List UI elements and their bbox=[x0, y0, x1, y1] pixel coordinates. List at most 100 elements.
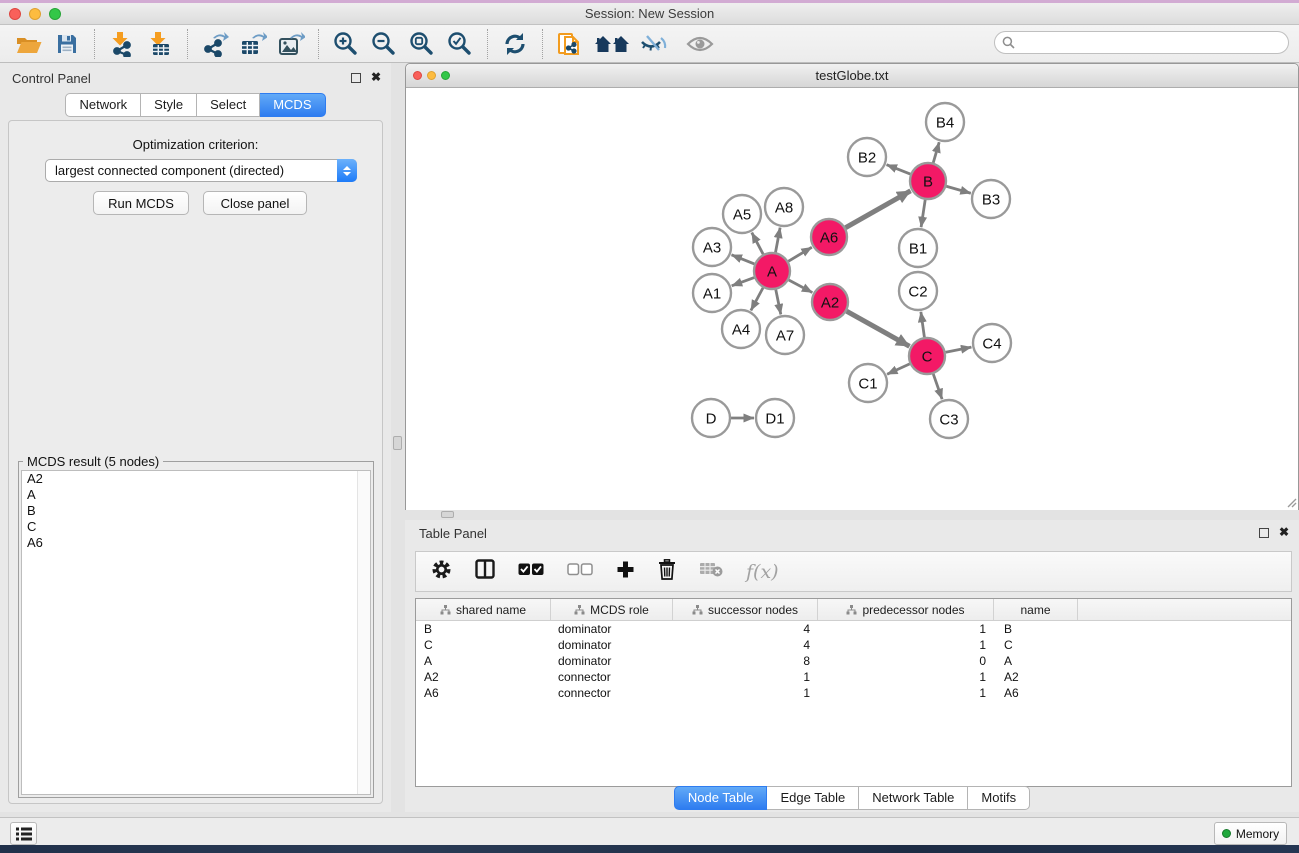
graph-edge-A-A5[interactable] bbox=[752, 233, 763, 255]
table-cell[interactable]: C bbox=[994, 637, 1078, 653]
graph-edge-B-B3[interactable] bbox=[946, 186, 971, 193]
search-field[interactable] bbox=[994, 31, 1289, 54]
graph-edge-A-A3[interactable] bbox=[731, 255, 754, 264]
birdseye-view-button[interactable] bbox=[685, 29, 715, 59]
table-cell[interactable]: 4 bbox=[673, 621, 818, 637]
close-panel-icon[interactable]: ✖ bbox=[371, 70, 381, 84]
graph-node-C2[interactable]: C2 bbox=[899, 272, 937, 310]
graph-node-C[interactable]: C bbox=[909, 338, 945, 374]
table-cell[interactable]: 1 bbox=[818, 685, 994, 701]
float-table-panel-icon[interactable] bbox=[1259, 528, 1269, 538]
graph-node-A7[interactable]: A7 bbox=[766, 316, 804, 354]
show-panels-button[interactable] bbox=[10, 822, 37, 845]
column-header-name[interactable]: name bbox=[994, 599, 1078, 620]
table-cell[interactable]: 1 bbox=[818, 669, 994, 685]
graph-edge-A-A4[interactable] bbox=[751, 288, 763, 311]
import-table-button[interactable] bbox=[145, 29, 175, 59]
graph-edge-A-A1[interactable] bbox=[732, 278, 754, 286]
table-cell[interactable]: A2 bbox=[416, 669, 551, 685]
table-tab-edge-table[interactable]: Edge Table bbox=[767, 786, 859, 810]
graph-edge-C-C1[interactable] bbox=[887, 364, 910, 374]
table-cell[interactable]: 1 bbox=[673, 685, 818, 701]
graph-edge-A-A2[interactable] bbox=[789, 280, 813, 293]
network-graph[interactable]: B4B2BB3A5A8A6A3B1AA1C2A2A4A7C4CC1DD1C3 bbox=[406, 89, 1298, 510]
graph-node-D1[interactable]: D1 bbox=[756, 399, 794, 437]
table-cell[interactable]: 4 bbox=[673, 637, 818, 653]
graph-edge-A-A7[interactable] bbox=[776, 290, 781, 315]
graph-node-A2[interactable]: A2 bbox=[812, 284, 848, 320]
graph-node-B[interactable]: B bbox=[910, 163, 946, 199]
table-tab-network-table[interactable]: Network Table bbox=[859, 786, 968, 810]
add-column-button[interactable] bbox=[616, 560, 635, 584]
duplicate-network-button[interactable] bbox=[555, 29, 585, 59]
table-cell[interactable]: dominator bbox=[551, 621, 673, 637]
graph-edge-A-A8[interactable] bbox=[776, 228, 781, 253]
tab-select[interactable]: Select bbox=[197, 93, 260, 117]
mcds-result-item[interactable]: A6 bbox=[22, 535, 370, 551]
delete-table-button[interactable] bbox=[699, 561, 723, 582]
table-cell[interactable]: C bbox=[416, 637, 551, 653]
column-header-predecessor-nodes[interactable]: predecessor nodes bbox=[818, 599, 994, 620]
graph-edge-A-A6[interactable] bbox=[788, 247, 812, 261]
horizontal-splitter-handle[interactable] bbox=[441, 511, 454, 518]
tab-network[interactable]: Network bbox=[65, 93, 141, 117]
delete-column-button[interactable] bbox=[658, 559, 676, 585]
tab-mcds[interactable]: MCDS bbox=[260, 93, 325, 117]
network-canvas[interactable]: B4B2BB3A5A8A6A3B1AA1C2A2A4A7C4CC1DD1C3 bbox=[406, 89, 1298, 510]
criterion-dropdown[interactable]: largest connected component (directed) bbox=[45, 159, 357, 182]
graph-edge-A2-C[interactable] bbox=[847, 311, 910, 346]
table-cell[interactable]: connector bbox=[551, 669, 673, 685]
save-session-button[interactable] bbox=[52, 29, 82, 59]
graph-edge-B-B1[interactable] bbox=[921, 200, 925, 227]
column-header-mcds-role[interactable]: MCDS role bbox=[551, 599, 673, 620]
export-image-button[interactable] bbox=[276, 29, 306, 59]
table-row[interactable]: A6connector11A6 bbox=[416, 685, 1291, 701]
table-cell[interactable]: A2 bbox=[994, 669, 1078, 685]
table-cell[interactable]: dominator bbox=[551, 637, 673, 653]
zoom-fit-button[interactable] bbox=[407, 29, 437, 59]
graph-edge-B-B4[interactable] bbox=[933, 142, 939, 163]
table-cell[interactable]: A6 bbox=[416, 685, 551, 701]
export-table-button[interactable] bbox=[238, 29, 268, 59]
table-row[interactable]: Bdominator41B bbox=[416, 621, 1291, 637]
graph-node-A6[interactable]: A6 bbox=[811, 219, 847, 255]
vertical-splitter-handle[interactable] bbox=[393, 436, 402, 450]
table-row[interactable]: A2connector11A2 bbox=[416, 669, 1291, 685]
table-tab-node-table[interactable]: Node Table bbox=[674, 786, 768, 810]
column-header-shared-name[interactable]: shared name bbox=[416, 599, 551, 620]
table-cell[interactable]: 1 bbox=[818, 621, 994, 637]
table-row[interactable]: Adominator80A bbox=[416, 653, 1291, 669]
zoom-selected-button[interactable] bbox=[445, 29, 475, 59]
zoom-out-button[interactable] bbox=[369, 29, 399, 59]
table-cell[interactable]: 0 bbox=[818, 653, 994, 669]
table-cell[interactable]: A bbox=[416, 653, 551, 669]
column-options-button[interactable] bbox=[475, 559, 495, 584]
close-panel-button[interactable]: Close panel bbox=[203, 191, 307, 215]
graph-node-C4[interactable]: C4 bbox=[973, 324, 1011, 362]
table-cell[interactable]: B bbox=[416, 621, 551, 637]
run-mcds-button[interactable]: Run MCDS bbox=[93, 191, 189, 215]
memory-button[interactable]: Memory bbox=[1214, 822, 1287, 845]
tab-style[interactable]: Style bbox=[141, 93, 197, 117]
graph-node-C3[interactable]: C3 bbox=[930, 400, 968, 438]
table-cell[interactable]: B bbox=[994, 621, 1078, 637]
graph-node-A1[interactable]: A1 bbox=[693, 274, 731, 312]
table-cell[interactable]: A bbox=[994, 653, 1078, 669]
graph-edge-C-C4[interactable] bbox=[946, 347, 972, 352]
graph-node-D[interactable]: D bbox=[692, 399, 730, 437]
function-builder-button[interactable]: f(x) bbox=[746, 561, 779, 583]
graph-node-A[interactable]: A bbox=[754, 253, 790, 289]
table-cell[interactable]: 1 bbox=[673, 669, 818, 685]
show-home-button[interactable] bbox=[593, 29, 631, 59]
graph-edge-A6-B[interactable] bbox=[846, 191, 911, 228]
resize-grip-icon[interactable] bbox=[1285, 496, 1297, 508]
table-cell[interactable]: dominator bbox=[551, 653, 673, 669]
mcds-result-item[interactable]: B bbox=[22, 503, 370, 519]
mcds-result-item[interactable]: A bbox=[22, 487, 370, 503]
graph-edge-C-C3[interactable] bbox=[933, 374, 942, 399]
graph-node-B2[interactable]: B2 bbox=[848, 138, 886, 176]
graph-node-A3[interactable]: A3 bbox=[693, 228, 731, 266]
graph-node-C1[interactable]: C1 bbox=[849, 364, 887, 402]
graph-edge-B-B2[interactable] bbox=[887, 165, 911, 174]
graph-node-A5[interactable]: A5 bbox=[723, 195, 761, 233]
